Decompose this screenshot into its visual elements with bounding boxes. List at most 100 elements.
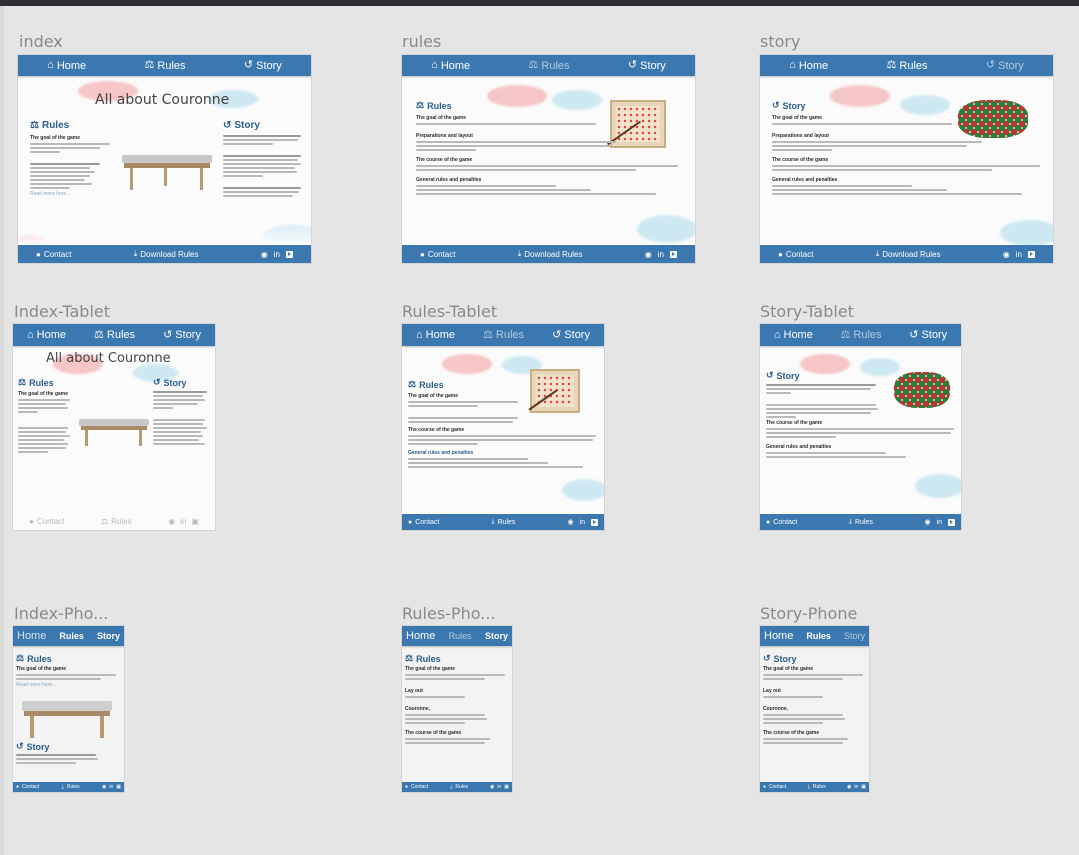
rules-link[interactable]: ⤓ Rules — [849, 518, 873, 526]
contact-link[interactable]: ● Contact — [29, 517, 64, 526]
frame-label-story-tablet[interactable]: Story-Tablet — [760, 302, 854, 321]
frame-rules-tablet[interactable]: ⌂ Home ⚖ Rules ↺ Story ⚖ Rules The goal of t… — [402, 324, 604, 530]
facebook-icon[interactable]: ◉ — [102, 784, 106, 790]
frame-label-index-tablet[interactable]: Index-Tablet — [14, 302, 110, 321]
home-icon: ⌂ — [27, 328, 34, 341]
nav-rules[interactable]: ⚖ Rules — [483, 329, 524, 341]
download-rules-link[interactable]: ⤓ Download Rules — [134, 249, 199, 259]
nav-rules[interactable]: ⚖ Rules — [841, 329, 882, 341]
text-line — [766, 436, 836, 438]
frame-index-desktop[interactable]: ⌂ Home ⚖ Rules ↺ Story All about Couronne ⚖… — [18, 55, 311, 263]
nav-home[interactable]: ⌂ Home — [789, 60, 828, 72]
rules-link[interactable]: ⤓ Rules — [450, 784, 468, 790]
youtube-icon[interactable] — [948, 518, 955, 526]
nav-home[interactable]: Home — [764, 630, 793, 642]
frame-story-phone[interactable]: Home Rules Story ↺ Story The goal of the … — [760, 626, 869, 792]
youtube-icon[interactable]: ▣ — [116, 784, 121, 790]
contact-link[interactable]: ● Contact — [36, 250, 71, 259]
linkedin-icon[interactable]: in — [109, 784, 113, 790]
youtube-icon[interactable]: ▣ — [504, 784, 509, 790]
linkedin-icon[interactable]: in — [497, 784, 501, 790]
contact-link[interactable]: ● Contact — [763, 784, 786, 790]
download-rules-link[interactable]: ⤓ Download Rules — [876, 249, 941, 259]
linkedin-icon[interactable]: in — [937, 519, 942, 526]
youtube-icon[interactable]: ▣ — [861, 784, 866, 790]
nav-story[interactable]: Story — [844, 631, 865, 641]
frame-story-tablet[interactable]: ⌂ Home ⚖ Rules ↺ Story ↺ Story The course of… — [760, 324, 961, 530]
frame-index-phone[interactable]: Home Rules Story ⚖ Rules The goal of the … — [13, 626, 124, 792]
frame-label-story-phone[interactable]: Story-Phone — [760, 604, 857, 623]
frame-story-desktop[interactable]: ⌂ Home ⚖ Rules ↺ Story ↺ Story The goal of t… — [760, 55, 1053, 263]
text-line — [408, 405, 478, 407]
facebook-icon[interactable]: ◉ — [261, 250, 268, 259]
rules-link[interactable]: ⤓ Rules — [808, 784, 826, 790]
nav-rules[interactable]: ⚖ Rules — [887, 60, 928, 72]
youtube-icon[interactable]: ▣ — [191, 517, 199, 526]
contact-link[interactable]: ● Contact — [766, 519, 797, 526]
facebook-icon[interactable]: ◉ — [168, 517, 175, 526]
linkedin-icon[interactable]: in — [180, 517, 186, 526]
facebook-icon[interactable]: ◉ — [567, 518, 573, 526]
facebook-icon[interactable]: ◉ — [924, 518, 930, 526]
frame-rules-desktop[interactable]: ⌂ Home ⚖ Rules ↺ Story ⚖ Rules The goal of t… — [402, 55, 695, 263]
nav-rules[interactable]: ⚖ Rules — [529, 60, 570, 72]
download-rules-link[interactable]: ⤓ Download Rules — [518, 249, 583, 259]
nav-rules[interactable]: ⚖ Rules — [145, 60, 186, 72]
nav-home[interactable]: Home — [17, 630, 46, 642]
frame-label-rules[interactable]: rules — [402, 32, 441, 51]
linkedin-icon[interactable]: in — [1016, 250, 1022, 259]
nav-story[interactable]: ↺ Story — [628, 60, 666, 72]
nav-story[interactable]: Story — [485, 631, 508, 641]
youtube-icon[interactable] — [1027, 250, 1035, 258]
rules-link[interactable]: ⤓ Rules — [62, 784, 80, 790]
contact-link[interactable]: ● Contact — [408, 519, 439, 526]
frame-label-rules-tablet[interactable]: Rules-Tablet — [402, 302, 497, 321]
contact-link[interactable]: ● Contact — [420, 250, 455, 259]
text-line — [30, 147, 100, 149]
nav-home[interactable]: ⌂ Home — [27, 329, 66, 341]
youtube-icon[interactable] — [669, 250, 677, 258]
frame-index-tablet[interactable]: ⌂ Home ⚖ Rules ↺ Story All about Couronne ⚖… — [13, 324, 215, 530]
facebook-icon[interactable]: ◉ — [1003, 250, 1010, 259]
nav-story[interactable]: Story — [97, 631, 120, 641]
nav-home[interactable]: ⌂ Home — [431, 60, 470, 72]
frame-label-index-phone[interactable]: Index-Pho... — [14, 604, 108, 623]
nav-story[interactable]: ↺ Story — [244, 60, 282, 72]
nav-rules[interactable]: ⚖ Rules — [94, 329, 135, 341]
nav-story[interactable]: ↺ Story — [552, 329, 590, 341]
frame-rules-phone[interactable]: Home Rules Story ⚖ Rules The goal of the … — [402, 626, 512, 792]
nav-rules[interactable]: Rules — [59, 631, 84, 641]
nav-story[interactable]: ↺ Story — [909, 329, 947, 341]
linkedin-icon[interactable]: in — [274, 250, 280, 259]
linkedin-icon[interactable]: in — [580, 519, 585, 526]
frame-label-index[interactable]: index — [19, 32, 63, 51]
frame-label-story[interactable]: story — [760, 32, 800, 51]
contact-link[interactable]: ● Contact — [778, 250, 813, 259]
nav-rules[interactable]: Rules — [806, 631, 831, 641]
nav-rules[interactable]: Rules — [449, 631, 472, 641]
linkedin-icon[interactable]: in — [658, 250, 664, 259]
contact-link[interactable]: ● Contact — [16, 784, 39, 790]
nav-home[interactable]: Home — [406, 630, 435, 642]
nav-story-label: Story — [640, 59, 666, 72]
facebook-icon[interactable]: ◉ — [490, 784, 494, 790]
youtube-icon[interactable] — [285, 250, 293, 258]
frame-label-rules-phone[interactable]: Rules-Pho... — [402, 604, 496, 623]
rules-label: Rules — [66, 784, 80, 790]
nav-story[interactable]: ↺ Story — [163, 329, 201, 341]
nav-home[interactable]: ⌂ Home — [47, 60, 86, 72]
linkedin-icon[interactable]: in — [854, 784, 858, 790]
story-heading: ↺ Story — [153, 377, 211, 388]
read-more-link[interactable]: Read more here... — [16, 682, 120, 688]
youtube-icon[interactable] — [591, 518, 598, 526]
nav-home[interactable]: ⌂ Home — [416, 329, 455, 341]
nav-home[interactable]: ⌂ Home — [774, 329, 813, 341]
nav-story[interactable]: ↺ Story — [986, 60, 1024, 72]
text-line — [16, 754, 96, 756]
contact-link[interactable]: ● Contact — [405, 784, 428, 790]
rules-link[interactable]: ⤓ Rules — [491, 518, 515, 526]
facebook-icon[interactable]: ◉ — [847, 784, 851, 790]
text-line — [408, 439, 593, 441]
facebook-icon[interactable]: ◉ — [645, 250, 652, 259]
rules-link[interactable]: ⚖ Rules — [101, 517, 132, 526]
